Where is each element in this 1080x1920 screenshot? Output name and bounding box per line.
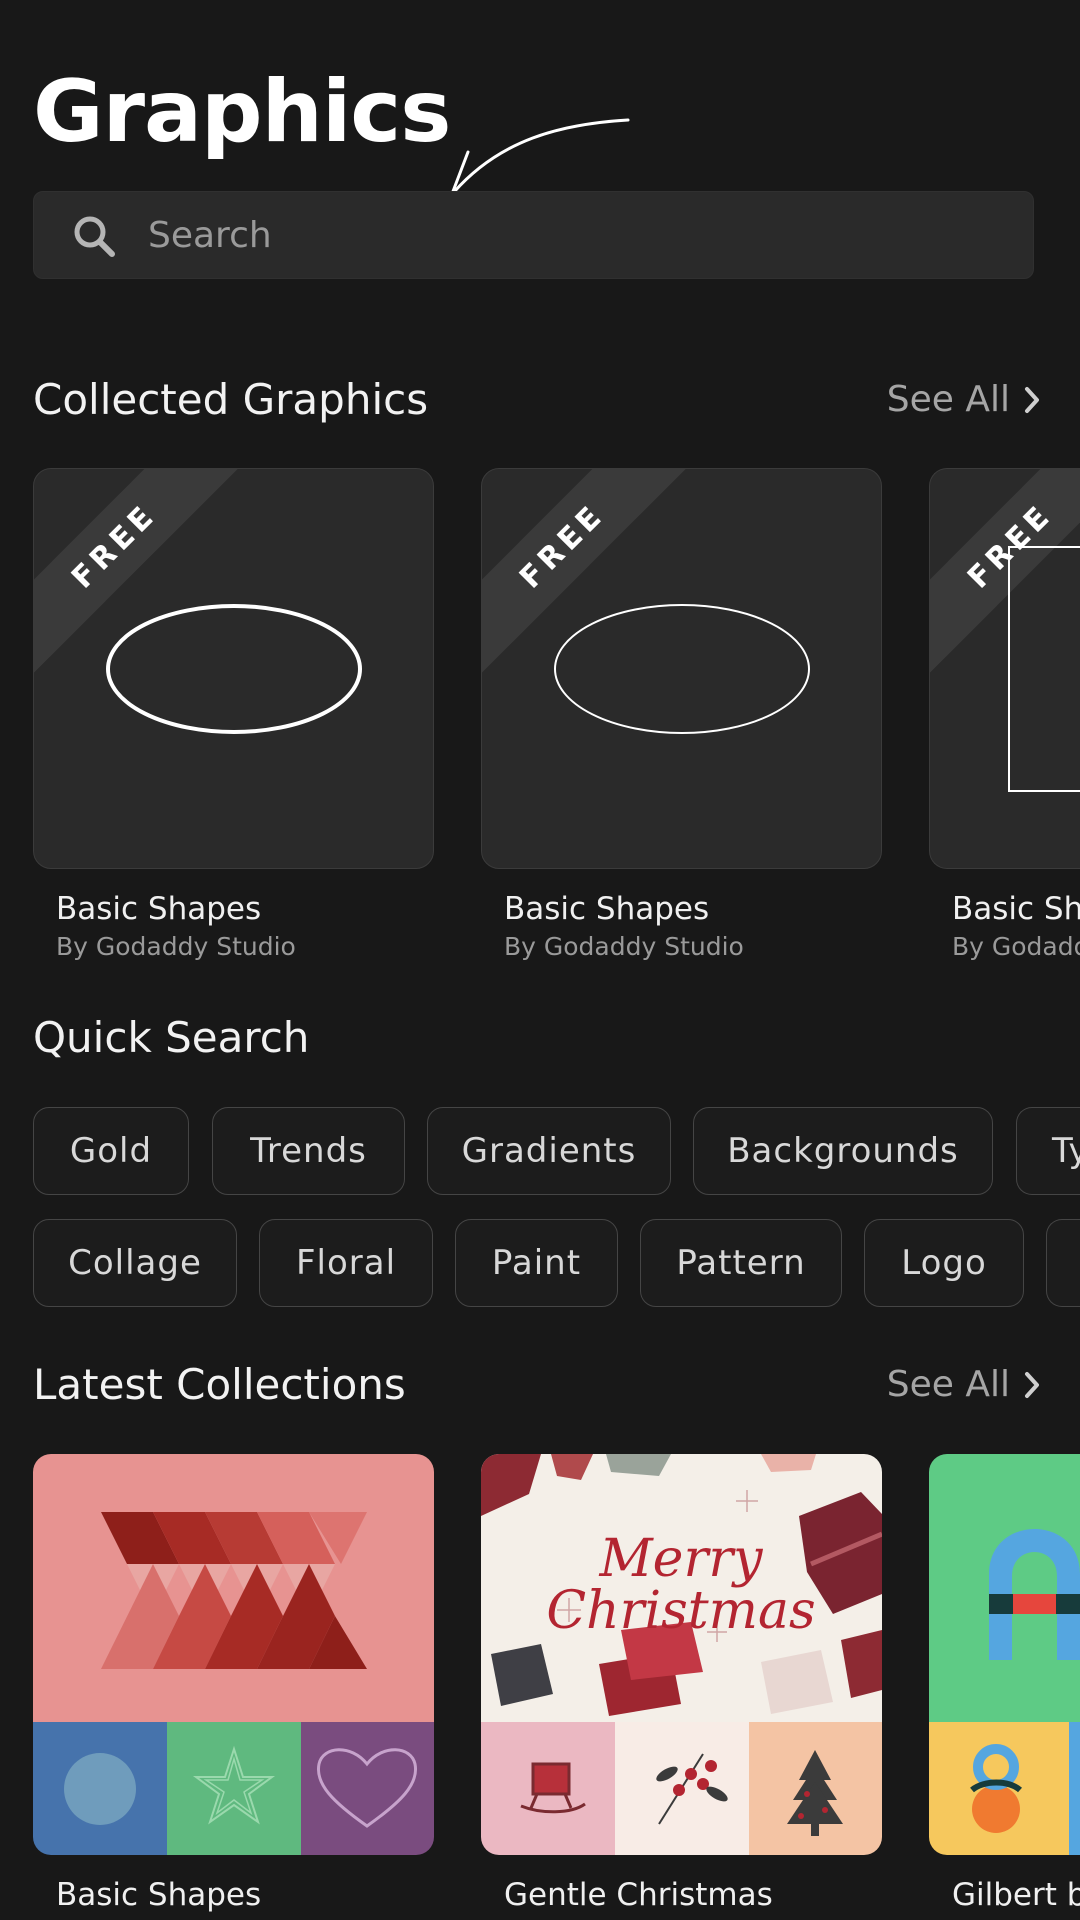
search-bar[interactable] — [33, 191, 1034, 279]
card-title: Basic Shapes — [56, 891, 262, 927]
card-title: Basic Shapes — [504, 891, 710, 927]
ellipse-shape — [554, 604, 810, 734]
chip-logo[interactable]: Logo — [864, 1219, 1024, 1307]
graphic-card[interactable]: FREE — [481, 468, 882, 869]
basic-shapes-art — [33, 1454, 434, 1855]
chip-floral[interactable]: Floral — [259, 1219, 433, 1307]
chip-backgrounds[interactable]: Backgrounds — [693, 1107, 993, 1195]
card-title: Basic Sha — [952, 891, 1080, 927]
chip-collage[interactable]: Collage — [33, 1219, 237, 1307]
chip-gold[interactable]: Gold — [33, 1107, 189, 1195]
chip-truncated[interactable] — [1046, 1219, 1080, 1307]
chip-gradients[interactable]: Gradients — [427, 1107, 671, 1195]
art-text-merry: Merry — [598, 1529, 763, 1589]
collection-title: Gentle Christmas — [504, 1877, 773, 1913]
latest-see-all-button[interactable]: See All — [887, 1360, 1040, 1410]
see-all-label: See All — [886, 1364, 1010, 1405]
art-text-christmas: Christmas — [546, 1581, 815, 1641]
card-author: By Godadd — [952, 932, 1080, 961]
collection-thumbnail[interactable]: Merry Christmas — [481, 1454, 882, 1855]
graphic-card[interactable]: FREE — [33, 468, 434, 869]
chip-truncated[interactable]: Ty — [1016, 1107, 1080, 1195]
collected-graphics-title: Collected Graphics — [33, 375, 429, 424]
latest-collections-title: Latest Collections — [33, 1360, 406, 1409]
collected-see-all-button[interactable]: See All — [887, 375, 1040, 425]
chip-paint[interactable]: Paint — [455, 1219, 618, 1307]
graphic-card[interactable]: FREE — [929, 468, 1080, 869]
card-author: By Godaddy Studio — [56, 932, 296, 961]
collection-thumbnail[interactable] — [929, 1454, 1080, 1855]
collection-title: Gilbert b — [952, 1877, 1080, 1913]
chevron-right-icon — [1025, 1372, 1039, 1398]
quick-search-title: Quick Search — [33, 1013, 310, 1062]
chip-pattern[interactable]: Pattern — [640, 1219, 842, 1307]
collection-title: Basic Shapes — [56, 1877, 262, 1913]
page-title: Graphics — [33, 62, 451, 162]
chevron-right-icon — [1025, 387, 1039, 413]
collection-thumbnail[interactable] — [33, 1454, 434, 1855]
chip-trends[interactable]: Trends — [212, 1107, 405, 1195]
gentle-christmas-art: Merry Christmas — [481, 1454, 882, 1855]
card-author: By Godaddy Studio — [504, 932, 744, 961]
rectangle-shape — [1008, 546, 1080, 792]
search-icon — [74, 216, 115, 257]
gilbert-art — [929, 1454, 1080, 1855]
see-all-label: See All — [886, 379, 1010, 420]
ellipse-shape — [106, 604, 362, 734]
search-input[interactable] — [148, 192, 1008, 278]
